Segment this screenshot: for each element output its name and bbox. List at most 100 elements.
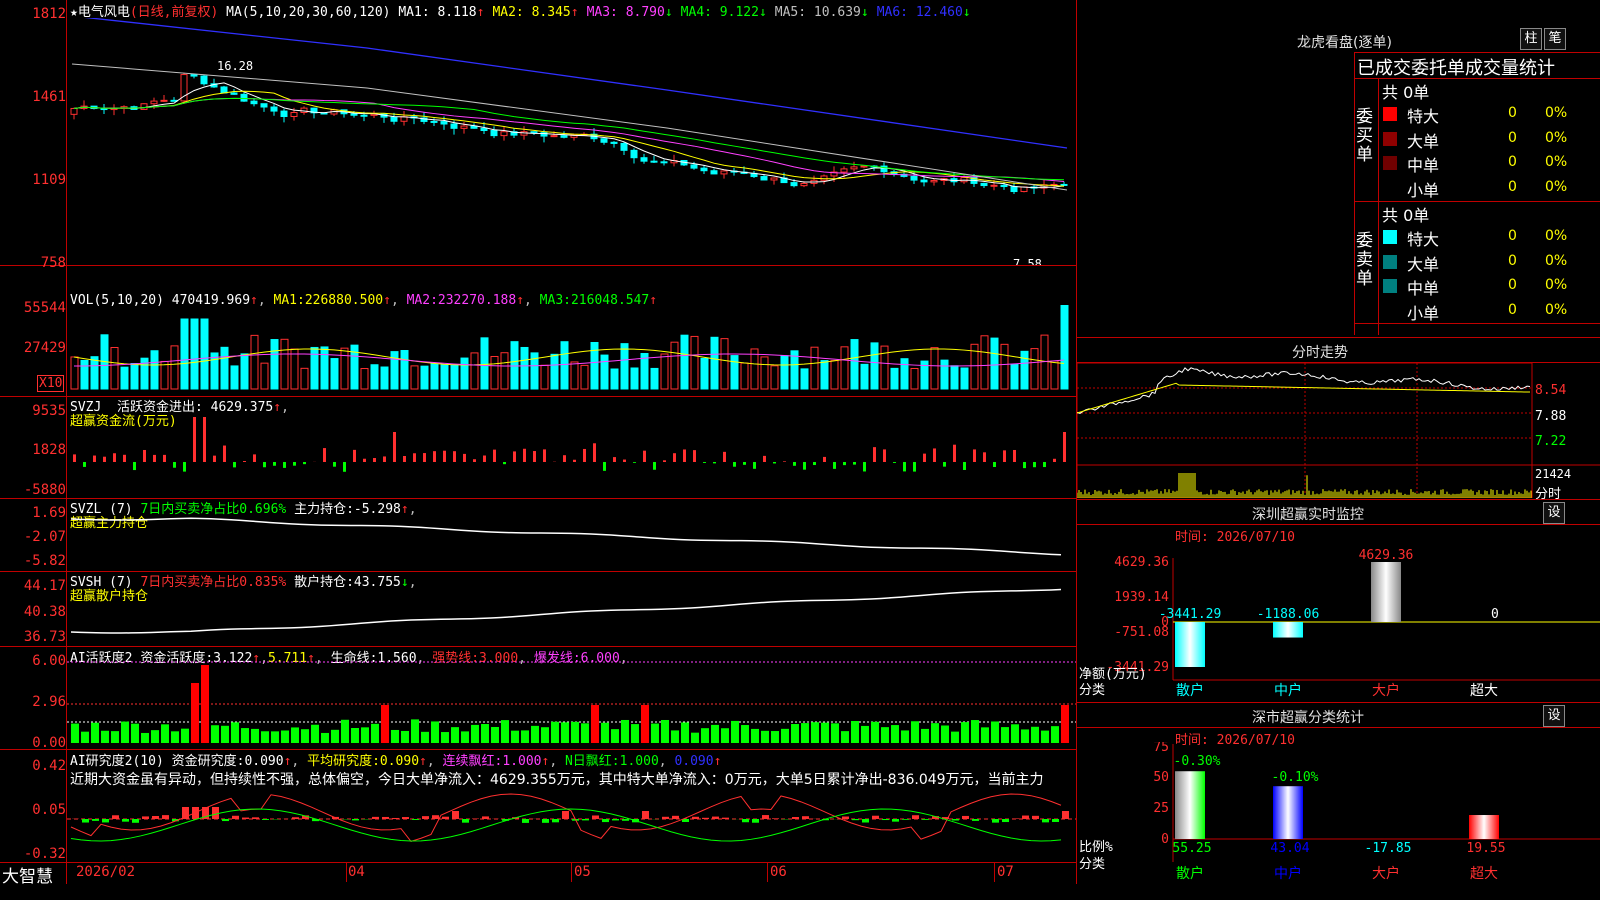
volume-bar bbox=[210, 352, 219, 390]
candle bbox=[70, 107, 78, 115]
candle bbox=[200, 75, 208, 85]
monitor-y-tick: 1939.14 bbox=[1114, 590, 1169, 605]
flow-bar bbox=[763, 455, 766, 462]
candle bbox=[620, 142, 628, 151]
research-bar bbox=[1022, 815, 1029, 819]
activity-bar bbox=[961, 722, 969, 743]
activity-bar bbox=[621, 719, 629, 743]
volume-bar bbox=[520, 346, 529, 390]
classify-y-tick: 25 bbox=[1153, 801, 1169, 816]
volume-bar bbox=[470, 352, 479, 390]
activity-bar bbox=[871, 721, 879, 743]
vol-chart[interactable] bbox=[67, 305, 1076, 395]
flow-bar bbox=[823, 456, 826, 462]
svsh-chart[interactable] bbox=[67, 572, 1076, 646]
activity-bar bbox=[501, 720, 509, 743]
order-pct: 0% bbox=[1545, 277, 1568, 293]
research-bar bbox=[92, 819, 99, 821]
classify-bar bbox=[1273, 786, 1303, 839]
research-bar bbox=[442, 816, 449, 819]
candle bbox=[700, 167, 708, 172]
flow-bar bbox=[373, 458, 376, 462]
flow-bar bbox=[593, 443, 596, 462]
research-bar bbox=[382, 816, 389, 819]
main-chart-area[interactable]: ★电气风电(日线,前复权) MA(5,10,20,30,60,120) MA1:… bbox=[0, 0, 1077, 887]
research-bar bbox=[292, 817, 299, 819]
monitor-bar-chart[interactable]: 4629.361939.140-751.08-3441.29-3441.29 -1… bbox=[1077, 540, 1600, 700]
classify-value: 43.04 bbox=[1270, 841, 1309, 856]
svzj-chart[interactable] bbox=[67, 397, 1076, 497]
activity-bar bbox=[121, 721, 129, 743]
flow-bar bbox=[423, 453, 426, 462]
activity-bar bbox=[231, 722, 239, 743]
x-tick: 05 bbox=[574, 864, 591, 880]
activity-bar bbox=[161, 724, 169, 743]
volume-bar bbox=[900, 358, 909, 390]
volume-bar bbox=[540, 364, 549, 390]
monitor-title: 深圳超赢实时监控 bbox=[1252, 507, 1364, 523]
legend-swatch bbox=[1383, 156, 1397, 170]
classify-settings-button[interactable]: 设 bbox=[1543, 705, 1565, 727]
sell-total: 共 0单 bbox=[1382, 206, 1430, 225]
volume-bar bbox=[330, 358, 339, 390]
classify-value: -17.85 bbox=[1365, 841, 1412, 856]
legend-swatch bbox=[1383, 131, 1397, 146]
flow-bar bbox=[523, 448, 526, 462]
y-tick: -2.07 bbox=[23, 529, 66, 545]
intraday-chart[interactable] bbox=[1077, 363, 1600, 498]
kline-chart[interactable]: 16.28 7.58 bbox=[67, 18, 1076, 265]
activity-bar bbox=[631, 724, 639, 743]
research-bar bbox=[462, 819, 469, 823]
activity-bar bbox=[101, 730, 109, 743]
monitor-bar-label: 4629.36 bbox=[1359, 548, 1414, 563]
activity-bar bbox=[421, 731, 429, 743]
candle bbox=[610, 141, 618, 144]
research-bar bbox=[992, 819, 999, 823]
tick-view-button[interactable]: 笔 bbox=[1544, 28, 1566, 50]
classify-category: 大户 bbox=[1372, 865, 1400, 882]
monitor-bar bbox=[1371, 562, 1401, 622]
order-size-label: 小单 bbox=[1407, 303, 1440, 323]
activity-bar bbox=[991, 721, 999, 743]
candle bbox=[490, 130, 498, 137]
monitor-settings-button[interactable]: 设 bbox=[1543, 502, 1565, 524]
flow-bar bbox=[243, 461, 246, 462]
activity-bar bbox=[371, 723, 379, 743]
flow-bar bbox=[193, 417, 196, 462]
research-bar bbox=[482, 816, 489, 819]
flow-bar bbox=[253, 454, 256, 462]
activity-bar bbox=[211, 725, 219, 743]
flow-bar bbox=[363, 458, 366, 462]
divider bbox=[1354, 52, 1355, 335]
research-bar bbox=[882, 819, 889, 821]
classify-bar-chart[interactable]: 75 50 25 0 -0.30% -0.10% 55.25 43.04 -17.85 19.55… bbox=[1077, 742, 1600, 884]
svzl-chart[interactable] bbox=[67, 499, 1076, 571]
flow-bar bbox=[883, 449, 886, 462]
candle bbox=[860, 165, 868, 168]
flow-bar bbox=[1003, 450, 1006, 462]
research-bar bbox=[452, 811, 459, 819]
research-bar bbox=[722, 817, 729, 819]
candle bbox=[390, 116, 398, 122]
research-bar bbox=[82, 819, 89, 823]
y-tick: 36.73 bbox=[23, 629, 66, 645]
volume-bar bbox=[840, 346, 849, 390]
flow-bar bbox=[843, 462, 846, 466]
candle bbox=[140, 103, 148, 110]
candle bbox=[350, 113, 358, 116]
intraday-vol-label: 21424 bbox=[1535, 467, 1572, 481]
ai2-chart[interactable] bbox=[67, 750, 1076, 862]
longhu-title: 龙虎看盘(逐单) bbox=[1297, 35, 1392, 51]
flow-bar bbox=[453, 451, 456, 462]
candle bbox=[640, 157, 648, 162]
y-tick: -5.82 bbox=[23, 553, 66, 569]
volume-bar bbox=[890, 367, 899, 390]
bar-view-button[interactable]: 柱 bbox=[1520, 28, 1542, 50]
research-bar bbox=[912, 815, 919, 819]
candle bbox=[230, 92, 238, 95]
candle bbox=[250, 100, 258, 105]
candle bbox=[760, 176, 768, 181]
order-pct: 0% bbox=[1545, 154, 1568, 170]
ai1-chart[interactable] bbox=[67, 647, 1076, 749]
volume-bar bbox=[720, 338, 729, 390]
